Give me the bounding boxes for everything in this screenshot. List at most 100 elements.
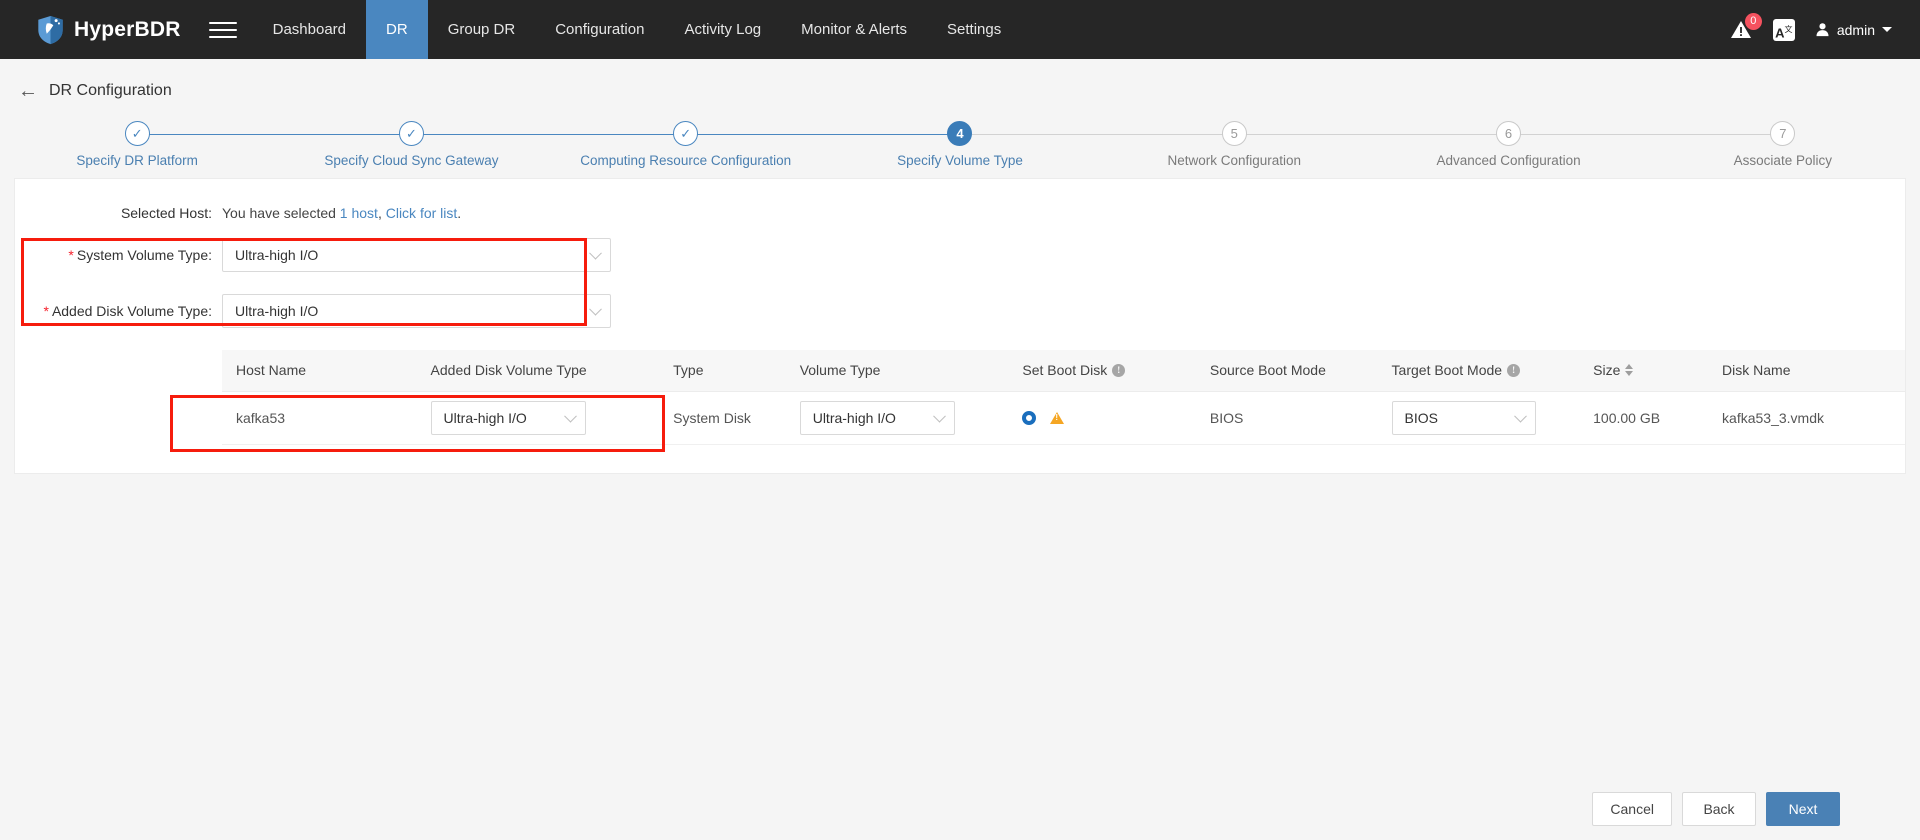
nav-right-area: 0 A文 admin [1729, 0, 1920, 59]
th-source-boot-mode: Source Boot Mode [1195, 350, 1378, 392]
hyperbdr-shield-icon [38, 15, 63, 44]
chevron-down-icon [1882, 27, 1892, 32]
step-connector [548, 133, 686, 136]
step-specify-volume-type[interactable]: 4 Specify Volume Type [822, 107, 1098, 169]
cell-added-disk-volume-type: Ultra-high I/O [416, 391, 660, 445]
th-set-boot-disk: Set Boot Disk ! [1008, 350, 1196, 392]
added-disk-volume-type-label: * Added Disk Volume Type: [15, 303, 222, 319]
cell-set-boot-disk [1008, 391, 1196, 445]
step-connector [822, 133, 960, 136]
system-volume-type-select[interactable]: Ultra-high I/O [222, 237, 611, 272]
hamburger-icon[interactable] [203, 0, 243, 59]
added-disk-volume-type-value: Ultra-high I/O [235, 302, 319, 319]
alert-count-badge: 0 [1744, 12, 1762, 30]
th-size[interactable]: Size [1579, 350, 1709, 392]
selected-host-count[interactable]: 1 host [340, 205, 378, 221]
system-volume-type-label: * System Volume Type: [15, 247, 222, 263]
wizard-stepper: ✓ Specify DR Platform ✓ Specify Cloud Sy… [0, 107, 1920, 169]
step-associate-policy[interactable]: 7 Associate Policy [1645, 107, 1920, 169]
th-host-name: Host Name [222, 350, 417, 392]
warning-triangle-icon[interactable] [1050, 411, 1065, 424]
th-disk-name: Disk Name [1708, 350, 1905, 392]
page-header: ← DR Configuration [0, 59, 1920, 103]
nav-item-monitor-alerts[interactable]: Monitor & Alerts [781, 0, 927, 59]
next-button[interactable]: Next [1766, 792, 1840, 826]
step-connector [1234, 133, 1372, 135]
user-menu[interactable]: admin [1815, 22, 1892, 38]
step-label-6: Advanced Configuration [1436, 153, 1581, 168]
th-source-boot-mode-label: Source Boot Mode [1209, 362, 1326, 379]
main-nav-items: Dashboard DR Group DR Configuration Acti… [253, 0, 1022, 59]
sort-toggle-icon[interactable] [1625, 364, 1634, 377]
set-boot-disk-radio[interactable] [1022, 410, 1037, 425]
language-switch-icon[interactable]: A文 [1772, 18, 1795, 41]
nav-item-settings[interactable]: Settings [927, 0, 1021, 59]
user-name: admin [1836, 21, 1875, 38]
nav-item-dashboard[interactable]: Dashboard [253, 0, 366, 59]
step-connector [959, 133, 1098, 135]
step-advanced-configuration[interactable]: 6 Advanced Configuration [1371, 107, 1646, 169]
row-volume-type-select[interactable]: Ultra-high I/O [799, 400, 955, 435]
step-connector [137, 133, 275, 136]
info-icon[interactable]: ! [1112, 363, 1126, 377]
required-asterisk: * [43, 302, 49, 319]
selected-host-label: Selected Host: [120, 205, 212, 221]
row-volume-type-value: Ultra-high I/O [812, 409, 896, 426]
cell-source-boot-mode: BIOS [1195, 391, 1378, 445]
row-target-boot-mode-value: BIOS [1404, 409, 1439, 426]
added-disk-volume-type-label-text: Added Disk Volume Type: [51, 302, 212, 319]
step-circle-1: ✓ [124, 121, 150, 146]
added-disk-volume-type-select[interactable]: Ultra-high I/O [222, 293, 611, 328]
brand-name: HyperBDR [74, 17, 181, 41]
nav-item-activity-log[interactable]: Activity Log [664, 0, 781, 59]
chevron-down-icon [589, 302, 602, 316]
chevron-down-icon [589, 246, 602, 260]
th-type: Type [659, 350, 786, 392]
row-added-disk-volume-type-select[interactable]: Ultra-high I/O [430, 400, 586, 435]
hamburger-bar [208, 35, 237, 38]
selected-host-separator: , [377, 205, 386, 221]
step-label-1: Specify DR Platform [76, 153, 198, 168]
alerts-button[interactable]: 0 [1729, 12, 1762, 43]
step-label-4: Specify Volume Type [897, 153, 1023, 168]
volume-type-form: * System Volume Type: Ultra-high I/O * Add… [15, 232, 1905, 333]
step-number-4: 4 [956, 126, 964, 141]
step-label-2: Specify Cloud Sync Gateway [324, 153, 499, 168]
selected-host-suffix: . [457, 205, 462, 221]
back-button[interactable]: Back [1682, 792, 1756, 826]
step-computing-resource-configuration[interactable]: ✓ Computing Resource Configuration [548, 107, 823, 169]
th-volume-type-label: Volume Type [799, 362, 881, 379]
step-specify-cloud-sync-gateway[interactable]: ✓ Specify Cloud Sync Gateway [274, 107, 549, 169]
brand-logo-area[interactable]: HyperBDR [0, 0, 203, 59]
back-arrow-icon[interactable]: ← [18, 81, 38, 101]
disk-table-wrapper: Host Name Added Disk Volume Type Type Vo… [15, 350, 1905, 452]
th-set-boot-disk-label: Set Boot Disk [1022, 362, 1108, 379]
step-circle-4: 4 [947, 121, 973, 146]
step-circle-7: 7 [1770, 121, 1796, 146]
cell-size: 100.00 GB [1579, 391, 1709, 445]
cancel-button[interactable]: Cancel [1592, 792, 1672, 826]
step-number-7: 7 [1779, 126, 1787, 141]
step-number-6: 6 [1504, 126, 1513, 141]
check-icon: ✓ [131, 126, 143, 141]
step-connector [1371, 133, 1509, 135]
selected-host-text: You have selected 1 host, Click for list… [222, 205, 461, 221]
step-specify-dr-platform[interactable]: ✓ Specify DR Platform [0, 107, 275, 169]
step-connector [1508, 133, 1646, 135]
nav-item-group-dr[interactable]: Group DR [428, 0, 536, 59]
nav-item-dr[interactable]: DR [366, 0, 428, 59]
click-for-list-link[interactable]: Click for list [386, 205, 458, 221]
step-network-configuration[interactable]: 5 Network Configuration [1097, 107, 1372, 169]
row-added-disk-volume-type-value: Ultra-high I/O [443, 409, 527, 426]
th-disk-name-label: Disk Name [1722, 362, 1791, 379]
info-icon[interactable]: ! [1507, 363, 1521, 377]
th-volume-type: Volume Type [785, 350, 1009, 392]
language-sup: 文 [1784, 24, 1793, 34]
th-target-boot-mode: Target Boot Mode ! [1377, 350, 1580, 392]
chevron-down-icon [1513, 409, 1527, 423]
disk-table-head: Host Name Added Disk Volume Type Type Vo… [222, 350, 1905, 392]
th-added-disk-volume-type-label: Added Disk Volume Type [430, 362, 587, 379]
system-volume-type-value: Ultra-high I/O [235, 246, 319, 263]
nav-item-configuration[interactable]: Configuration [535, 0, 664, 59]
row-target-boot-mode-select[interactable]: BIOS [1391, 400, 1536, 435]
